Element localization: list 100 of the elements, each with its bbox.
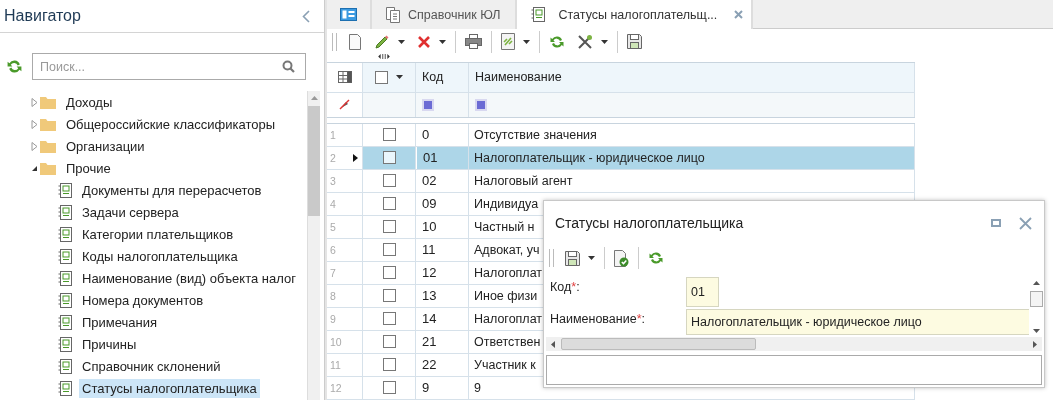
document-check-icon[interactable] [614, 249, 629, 267]
search-icon[interactable] [282, 60, 295, 73]
refresh-icon[interactable] [549, 33, 565, 50]
maximize-icon[interactable] [991, 219, 1001, 227]
expand-arrow-icon[interactable] [31, 119, 38, 129]
delete-icon[interactable] [417, 34, 431, 49]
table-icon [58, 270, 72, 286]
table-cell: Отсутствие значения [474, 128, 597, 142]
tab[interactable]: Статусы налогоплательщ... [516, 0, 754, 30]
home-panel-icon[interactable] [340, 8, 357, 22]
refresh-icon[interactable] [6, 58, 23, 75]
column-chooser-icon[interactable] [337, 71, 352, 84]
row-checkbox[interactable] [382, 197, 396, 211]
close-icon[interactable] [1019, 216, 1032, 230]
scrollbar-thumb[interactable] [561, 338, 756, 350]
scrollbar-thumb[interactable] [308, 106, 320, 216]
tree-item[interactable]: Категории плательщиков [79, 224, 237, 244]
scroll-right-icon[interactable] [1033, 340, 1037, 348]
caret-icon[interactable] [439, 39, 446, 44]
table-cell: 0 [422, 127, 430, 143]
table-cell: 9 [422, 380, 430, 396]
input-field[interactable]: 01 [686, 277, 719, 307]
table-icon [58, 248, 72, 264]
row-checkbox[interactable] [382, 335, 396, 349]
tree-item[interactable]: Общероссийские классификаторы [63, 114, 278, 134]
tree-item[interactable]: Наименование (вид) объекта налог [79, 268, 299, 288]
row-number: 4 [330, 198, 336, 210]
table-row[interactable]: 1 0 Отсутствие значения [327, 124, 915, 147]
table-cell: Ответствен [474, 335, 541, 349]
column-header[interactable]: Наименование [475, 70, 562, 85]
tree-item[interactable]: Документы для перерасчетов [79, 180, 265, 200]
caret-icon[interactable] [396, 75, 403, 80]
save-icon[interactable] [627, 34, 642, 50]
folder-icon [40, 139, 56, 153]
row-number: 11 [330, 359, 341, 371]
table-icon [58, 380, 72, 396]
row-number: 5 [330, 221, 336, 233]
scrollbar[interactable] [546, 337, 1042, 351]
caret-icon[interactable] [398, 39, 405, 44]
expand-arrow-icon[interactable] [31, 141, 38, 151]
row-checkbox[interactable] [382, 128, 396, 142]
table-cell: Налоговый агент [474, 174, 573, 188]
row-checkbox[interactable] [382, 266, 396, 280]
table-cell: 9 [474, 381, 481, 395]
row-checkbox[interactable] [382, 381, 396, 395]
select-all-checkbox[interactable] [375, 71, 388, 84]
dialog-title: Статусы налогоплательщика [555, 215, 745, 231]
row-checkbox[interactable] [382, 151, 396, 165]
row-checkbox[interactable] [382, 220, 396, 234]
row-checkbox[interactable] [382, 174, 396, 188]
caret-icon[interactable] [523, 39, 530, 44]
table-row[interactable]: 3 02 Налоговый агент [327, 170, 915, 193]
save-icon[interactable] [565, 250, 580, 266]
table-icon [58, 226, 72, 242]
tree-item[interactable]: Прочие [63, 158, 114, 178]
tree-item[interactable]: Причины [79, 334, 140, 354]
folder-icon [40, 95, 56, 109]
folder-icon [40, 161, 56, 175]
filter-condition-icon[interactable] [422, 99, 434, 111]
row-checkbox[interactable] [382, 289, 396, 303]
table-cell: Налогоплат [474, 266, 543, 280]
filter-cell[interactable] [363, 93, 416, 117]
expand-arrow-icon[interactable] [31, 97, 38, 107]
refresh-icon[interactable] [648, 250, 664, 266]
row-checkbox[interactable] [382, 243, 396, 257]
pencil-icon[interactable] [374, 33, 390, 50]
scrollbar-thumb[interactable] [1030, 291, 1043, 307]
search-input[interactable]: Поиск... [38, 58, 282, 75]
tree-item[interactable]: Организации [63, 136, 148, 156]
table-cell: Адвокат, уч [474, 243, 540, 257]
search-field[interactable]: Поиск... [32, 53, 306, 80]
scroll-left-icon[interactable] [551, 340, 555, 348]
collapse-panel-icon[interactable] [302, 9, 310, 23]
collapse-arrow-icon[interactable] [31, 164, 38, 172]
tree-item[interactable]: Задачи сервера [79, 202, 182, 222]
printer-icon[interactable] [465, 34, 482, 50]
tree-item[interactable]: Примечания [79, 312, 161, 332]
tree-item[interactable]: Статусы налогоплательщика [79, 378, 260, 398]
scrollbar[interactable] [307, 91, 320, 400]
table-cell: Индивидуа [474, 197, 539, 211]
row-checkbox[interactable] [382, 312, 396, 326]
scroll-up-icon[interactable] [1033, 281, 1040, 285]
table-cell: Частный н [474, 220, 535, 234]
caret-icon[interactable] [588, 256, 595, 260]
caret-icon[interactable] [601, 39, 608, 44]
column-resize-icon[interactable] [377, 54, 391, 59]
row-checkbox[interactable] [382, 358, 396, 372]
input-field[interactable]: Налогоплательщик - юридическое лицо [686, 309, 1029, 335]
row-number: 2 [330, 152, 336, 164]
filter-condition-icon[interactable] [475, 99, 487, 111]
tree-item[interactable]: Доходы [63, 92, 116, 112]
new-document-icon[interactable] [348, 33, 362, 50]
tree-item[interactable]: Справочник склонений [79, 356, 224, 376]
table-cell: 10 [422, 219, 437, 235]
scroll-down-icon[interactable] [1033, 329, 1040, 333]
tree-item[interactable]: Коды налогоплательщика [79, 246, 241, 266]
clear-filter-icon[interactable] [339, 99, 350, 111]
close-icon[interactable] [734, 10, 744, 20]
tree-item[interactable]: Номера документов [79, 290, 207, 310]
tab[interactable]: Справочник ЮЛ [372, 0, 517, 30]
